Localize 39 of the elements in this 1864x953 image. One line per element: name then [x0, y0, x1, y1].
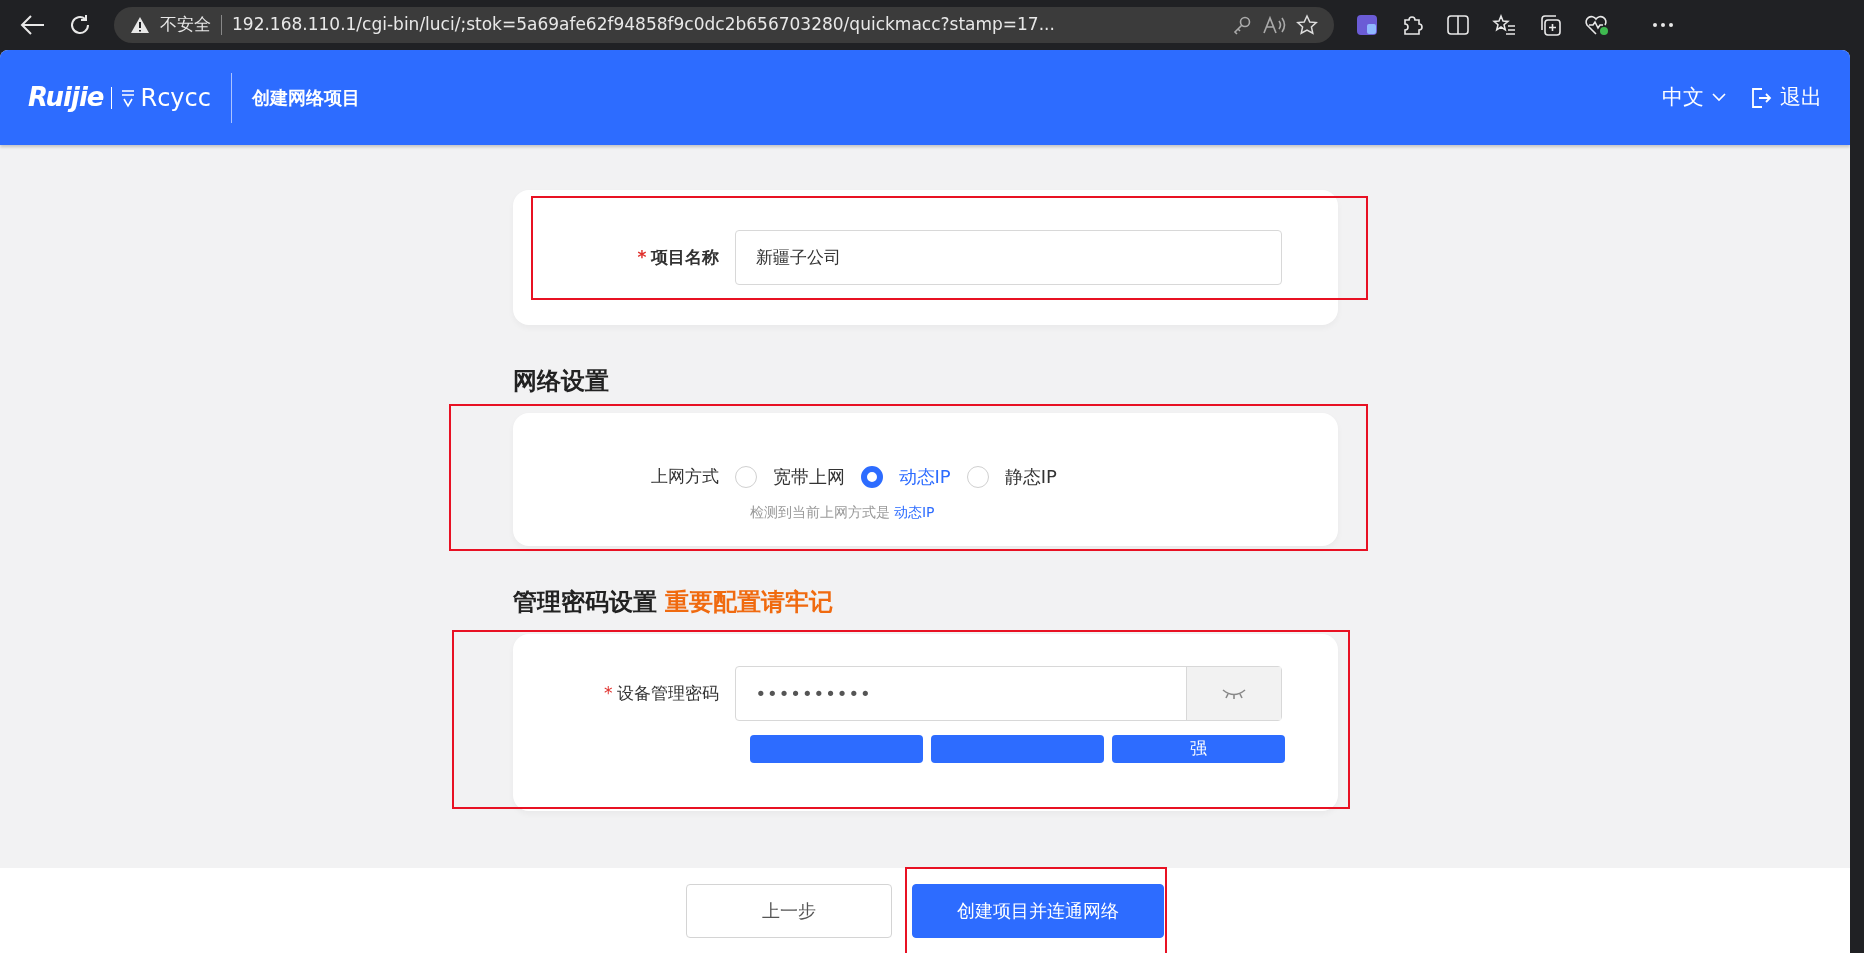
back-icon[interactable] — [20, 14, 46, 36]
favorites-icon[interactable] — [1492, 14, 1516, 36]
connection-type-label: 上网方式 — [649, 464, 720, 488]
required-mark: * — [637, 246, 647, 267]
caret-icon — [1712, 93, 1726, 102]
logout-icon — [1750, 86, 1772, 109]
strength-segment: 强 — [1111, 735, 1285, 763]
section-heading: 管理密码设置 — [512, 587, 657, 618]
translate-icon[interactable] — [1356, 14, 1378, 36]
health-icon[interactable] — [1584, 13, 1610, 37]
wave-logo-icon — [120, 87, 137, 108]
warning-text: 重要配置请牢记 — [664, 587, 833, 618]
brand-logo: Ruijie — [28, 81, 104, 114]
collections-icon[interactable] — [1538, 13, 1562, 37]
previous-step-button[interactable]: 上一步 — [686, 883, 892, 938]
radio-option[interactable]: 静态IP — [966, 463, 1073, 490]
radio-option[interactable]: 动态IP — [860, 463, 967, 490]
logout-button[interactable]: 退出 — [1750, 81, 1822, 114]
address-bar[interactable]: 不安全 192.168.110.1/cgi-bin/luci/;stok=5a69afe62f94858f9c0dc2b656703280/quickmacc?stamp=17... — [114, 7, 1334, 43]
more-icon[interactable] — [1652, 22, 1674, 28]
star-icon[interactable] — [1296, 14, 1318, 36]
read-aloud-icon[interactable] — [1262, 15, 1286, 35]
page-title: 创建网络项目 — [251, 86, 360, 110]
url-text: 192.168.110.1/cgi-bin/luci/;stok=5a69afe62f94858f9c0dc2b656703280/quickmacc?stamp=17... — [232, 13, 1055, 37]
warning-icon — [130, 16, 150, 34]
security-label: 不安全 — [160, 13, 211, 37]
language-dropdown[interactable]: 中文 — [1662, 81, 1726, 114]
section-heading: 网络设置 — [512, 366, 610, 397]
key-icon[interactable] — [1232, 15, 1252, 35]
password-label: * 设备管理密码 — [603, 681, 720, 705]
radio-option[interactable]: 宽带上网 — [734, 463, 861, 490]
project-name-field[interactable]: 新疆子公司 — [734, 230, 1282, 285]
detection-hint: 检测到当前上网方式是 动态IP — [749, 504, 935, 520]
refresh-icon[interactable] — [68, 13, 92, 37]
split-screen-icon[interactable] — [1446, 14, 1470, 36]
required-mark: * — [604, 682, 613, 703]
sub-brand-logo: Rcycc — [140, 82, 211, 114]
create-project-button[interactable]: 创建项目并连通网络 — [912, 883, 1164, 938]
project-name-label: * 项目名称 — [636, 245, 720, 269]
